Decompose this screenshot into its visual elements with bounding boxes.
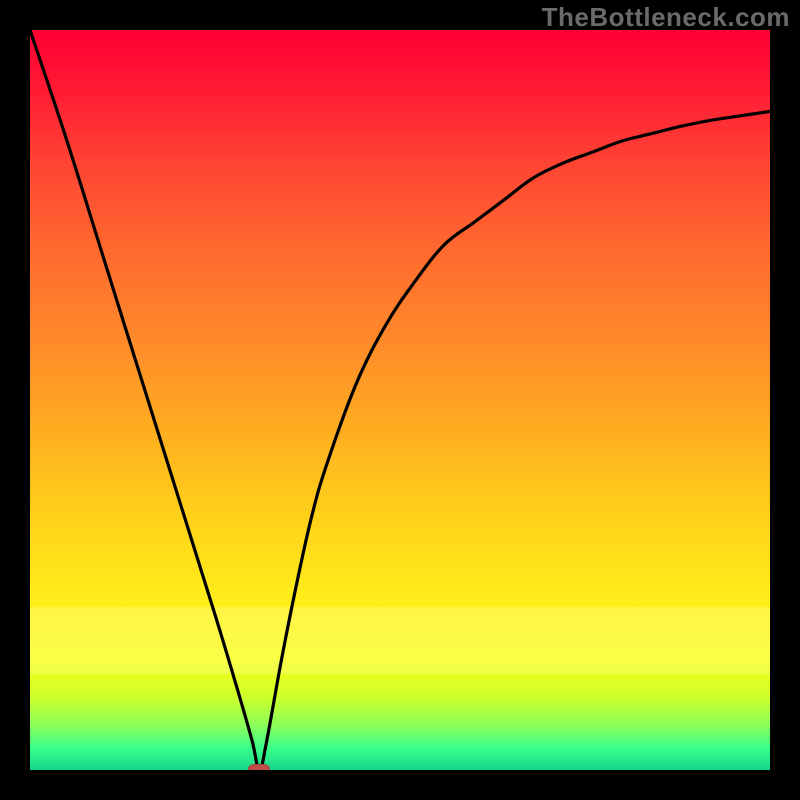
chart-frame: TheBottleneck.com	[0, 0, 800, 800]
plot-area	[30, 30, 770, 770]
curve-layer	[30, 30, 770, 770]
optimum-marker	[248, 764, 270, 770]
curve-path	[30, 30, 770, 770]
watermark-text: TheBottleneck.com	[542, 2, 790, 33]
